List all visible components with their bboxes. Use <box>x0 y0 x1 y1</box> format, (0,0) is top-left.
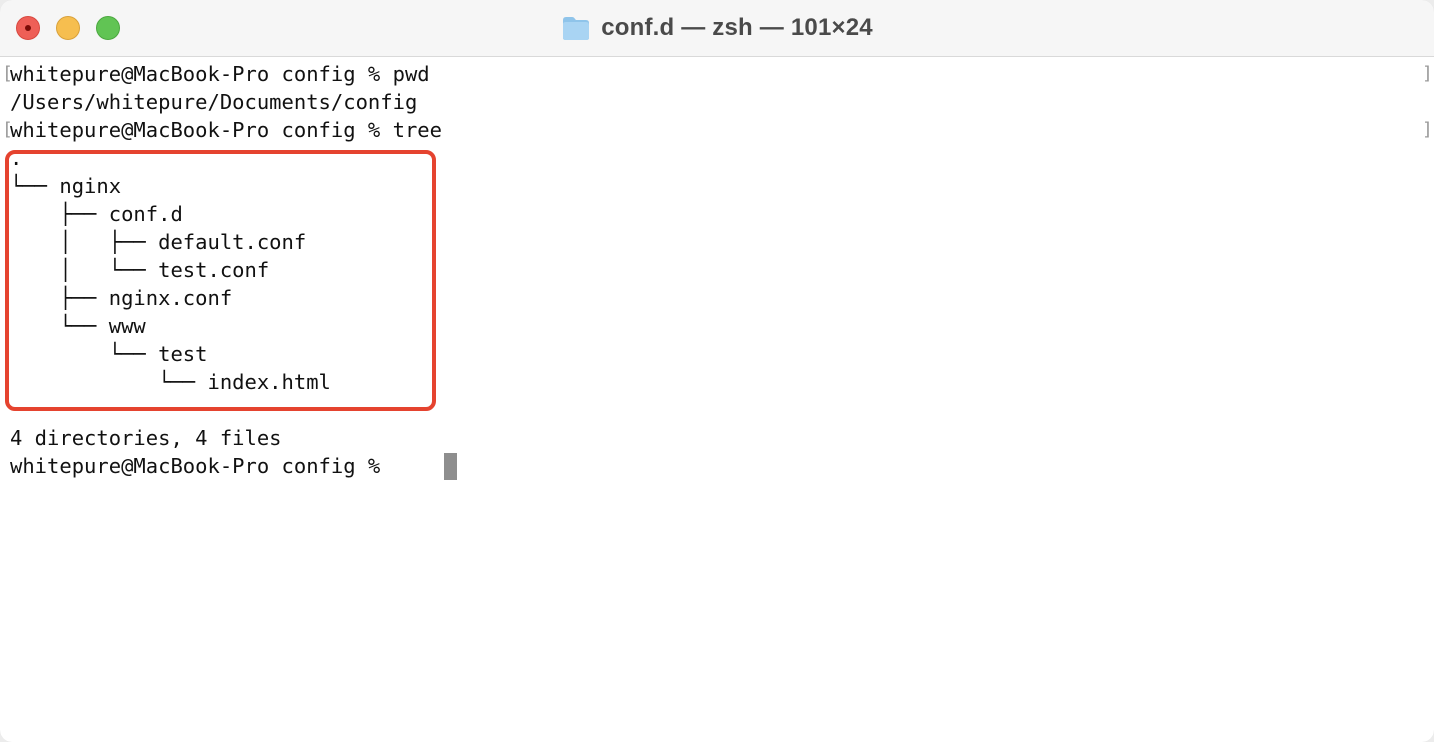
title-bar[interactable]: conf.d — zsh — 101×24 <box>0 0 1434 57</box>
tree-line-index-html: └── index.html <box>10 370 331 394</box>
terminal-prompt[interactable]: whitepure@MacBook-Pro config % <box>10 452 393 480</box>
tree-line-www: └── www <box>10 314 146 338</box>
tree-line-default-conf: │ ├── default.conf <box>10 230 307 254</box>
command-mark-right: ] <box>1422 119 1433 140</box>
tree-summary: 4 directories, 4 files <box>10 426 282 450</box>
terminal-line-path: /Users/whitepure/Documents/config <box>10 90 418 114</box>
terminal-content[interactable]: [ ] whitepure@MacBook-Pro config % pwd /… <box>0 57 1434 742</box>
window-title: conf.d — zsh — 101×24 <box>601 14 873 41</box>
tree-line-conf-d: ├── conf.d <box>10 202 183 226</box>
tree-line-nginx: └── nginx <box>10 174 122 198</box>
command-mark-right: ] <box>1422 63 1433 84</box>
folder-icon <box>563 17 590 40</box>
terminal-line-tree: whitepure@MacBook-Pro config % tree <box>10 118 442 142</box>
tree-line-test-dir: └── test <box>10 342 208 366</box>
tree-line-nginx-conf: ├── nginx.conf <box>10 286 233 310</box>
tree-line-test-conf: │ └── test.conf <box>10 258 270 282</box>
terminal-line-pwd: whitepure@MacBook-Pro config % pwd <box>10 62 430 86</box>
window-title-area: conf.d — zsh — 101×24 <box>0 0 1434 56</box>
tree-line-root: . <box>10 146 23 170</box>
terminal-window: conf.d — zsh — 101×24 [ ] whitepure@MacB… <box>0 0 1434 742</box>
text-cursor <box>444 453 457 480</box>
